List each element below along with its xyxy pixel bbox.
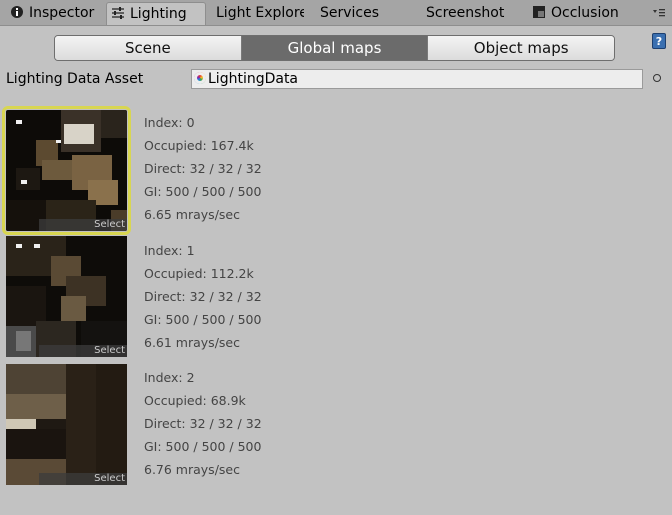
global-maps-button[interactable]: Global maps (240, 36, 428, 60)
lightmap-index: Index: 2 (144, 370, 195, 385)
lightmap-image (6, 364, 127, 485)
window-tab-bar: Inspector Lighting Light Explore Service… (0, 0, 672, 26)
lighting-mode-toolbar: Scene Global maps Object maps (54, 35, 615, 61)
lighting-data-asset-label: Lighting Data Asset (6, 71, 144, 87)
select-button[interactable]: Select (39, 473, 127, 485)
lightmap-rays: 6.61 mrays/sec (144, 335, 240, 350)
lightmap-direct: Direct: 32 / 32 / 32 (144, 289, 262, 304)
window-menu-icon[interactable] (652, 7, 666, 19)
lightmap-rays: 6.76 mrays/sec (144, 462, 240, 477)
lightmap-thumbnail[interactable]: Select (6, 364, 127, 485)
lighting-data-asset-field[interactable]: LightingData (191, 69, 643, 89)
lightmap-image (6, 236, 127, 357)
lightmap-image (6, 110, 127, 231)
lightmap-gi: GI: 500 / 500 / 500 (144, 312, 262, 327)
lightmap-direct: Direct: 32 / 32 / 32 (144, 161, 262, 176)
tab-label: Lighting (130, 6, 187, 22)
lighting-settings-icon (112, 7, 124, 19)
help-icon[interactable]: ? (652, 33, 666, 49)
tab-inspector[interactable]: Inspector (6, 2, 102, 24)
select-button[interactable]: Select (39, 345, 127, 357)
tab-label: Occlusion (551, 5, 619, 21)
lighting-data-asset-icon (194, 72, 206, 84)
select-button[interactable]: Select (39, 219, 127, 231)
lightmap-thumbnail[interactable]: Select (2, 106, 131, 235)
lightmap-rays: 6.65 mrays/sec (144, 207, 240, 222)
lightmap-gi: GI: 500 / 500 / 500 (144, 184, 262, 199)
lightmap-index: Index: 1 (144, 243, 195, 258)
lightmap-info: Index: 2 Occupied: 68.9k Direct: 32 / 32… (144, 366, 262, 481)
scene-button[interactable]: Scene (55, 36, 241, 60)
lightmap-direct: Direct: 32 / 32 / 32 (144, 416, 262, 431)
lightmap-info: Index: 0 Occupied: 167.4k Direct: 32 / 3… (144, 111, 262, 226)
tab-lighting[interactable]: Lighting (106, 2, 206, 25)
lighting-data-asset-value: LightingData (208, 71, 299, 87)
lightmap-occupied: Occupied: 167.4k (144, 138, 254, 153)
tab-label: Screenshot (426, 5, 505, 21)
tab-label: Inspector (29, 5, 95, 21)
object-maps-button[interactable]: Object maps (427, 36, 614, 60)
lightmap-index: Index: 0 (144, 115, 195, 130)
tab-services[interactable]: Services (316, 2, 416, 24)
lightmap-occupied: Occupied: 68.9k (144, 393, 246, 408)
info-icon (11, 6, 23, 18)
tab-occlusion[interactable]: Occlusion (528, 2, 638, 24)
tab-label: Light Explore (216, 5, 304, 21)
object-picker-icon[interactable] (653, 74, 661, 82)
tab-label: Services (320, 5, 380, 21)
lightmap-info: Index: 1 Occupied: 112.2k Direct: 32 / 3… (144, 239, 262, 354)
lightmap-gi: GI: 500 / 500 / 500 (144, 439, 262, 454)
lightmap-thumbnail[interactable]: Select (6, 236, 127, 357)
lightmap-occupied: Occupied: 112.2k (144, 266, 254, 281)
tab-light-explorer[interactable]: Light Explore (212, 2, 304, 24)
occlusion-icon (533, 6, 545, 18)
tab-screenshot[interactable]: Screenshot (422, 2, 522, 24)
